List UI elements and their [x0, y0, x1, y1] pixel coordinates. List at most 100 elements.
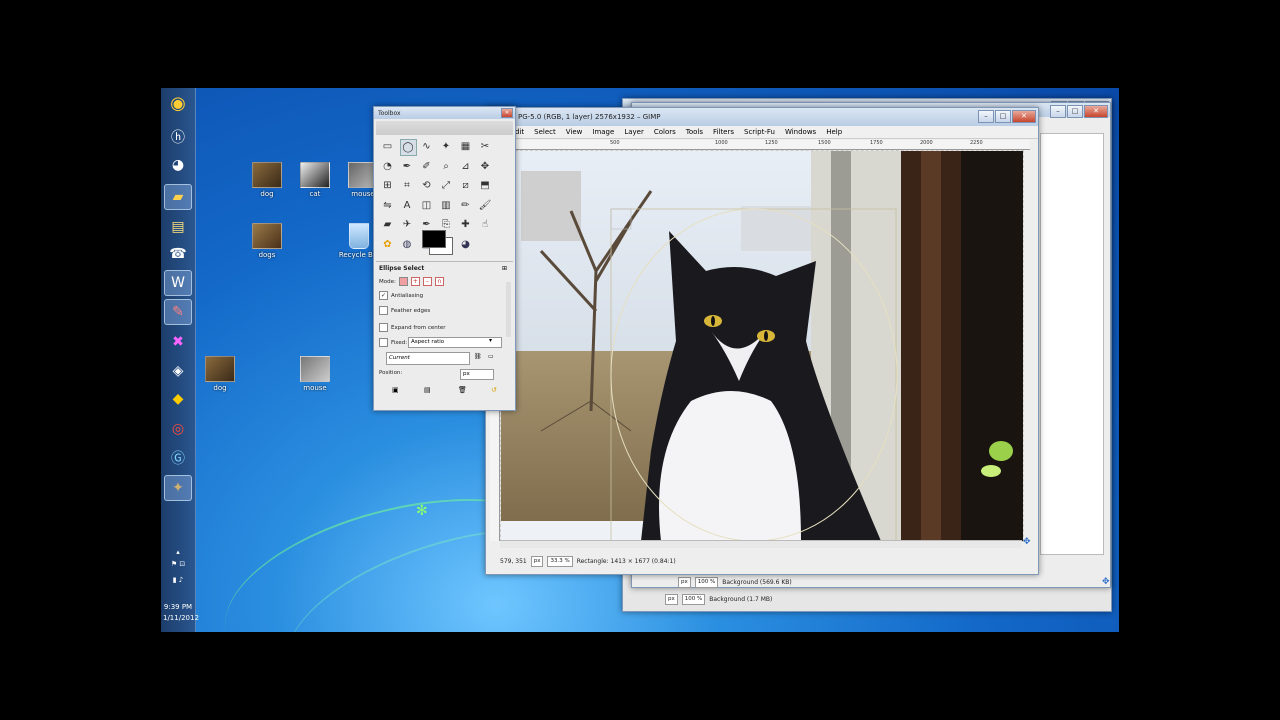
mode-add-icon[interactable]: +	[410, 277, 420, 286]
menu-image[interactable]: Image	[587, 128, 619, 136]
close-icon[interactable]: ✕	[501, 108, 513, 118]
back-window-1-canvas[interactable]	[1040, 133, 1104, 555]
zoom-select[interactable]: 100 %	[694, 577, 719, 588]
clock-time[interactable]: 9:39 PM	[163, 603, 193, 611]
word-icon[interactable]: W	[164, 270, 192, 296]
minimize-icon[interactable]: –	[978, 110, 994, 123]
scissors-icon[interactable]: ✂	[478, 139, 493, 154]
close-icon[interactable]: ✕	[1012, 110, 1036, 123]
current-input[interactable]: Current	[386, 352, 470, 365]
fixed-row[interactable]: Fixed:	[379, 338, 407, 347]
gimp-image-window[interactable]: PG-5.0 (RGB, 1 layer) 2576x1932 – GIMP –…	[485, 107, 1039, 575]
menu-tools[interactable]: Tools	[681, 128, 708, 136]
feather-row[interactable]: Feather edges	[379, 306, 430, 315]
tool-options-menu-icon[interactable]: ⊞	[502, 265, 507, 272]
close-icon[interactable]: ✕	[1084, 105, 1108, 118]
app-fx-icon[interactable]: ✖	[164, 329, 192, 355]
smudge-icon[interactable]: ☝	[478, 217, 493, 232]
box-icon[interactable]: ◈	[164, 358, 192, 384]
menu-colors[interactable]: Colors	[649, 128, 681, 136]
tray-icons[interactable]: ⚑ ⊡	[163, 560, 193, 568]
maximize-icon[interactable]: □	[995, 110, 1011, 123]
reset-options-icon[interactable]: ↺	[491, 386, 497, 394]
menu-script-fu[interactable]: Script-Fu	[739, 128, 780, 136]
menu-help[interactable]: Help	[821, 128, 847, 136]
horizontal-scrollbar[interactable]	[500, 540, 1022, 548]
foreground-select-icon[interactable]: ◔	[380, 159, 395, 174]
zoom-select[interactable]: 33.3 %	[547, 556, 573, 567]
messenger-icon[interactable]: ☎	[164, 241, 192, 267]
expand-row[interactable]: Expand from center	[379, 323, 446, 332]
free-select-icon[interactable]: ∿	[419, 139, 434, 154]
fixed-checkbox[interactable]	[379, 338, 388, 347]
foreground-color-swatch[interactable]	[422, 230, 446, 248]
menu-select[interactable]: Select	[529, 128, 561, 136]
desktop-icon-dog-2[interactable]: dog	[198, 356, 242, 392]
explorer-icon[interactable]: ▤	[164, 214, 192, 240]
ellipse-select-icon[interactable]: ◯	[399, 139, 417, 156]
unit-select[interactable]: px	[678, 577, 691, 588]
tray-arrow-icon[interactable]: ▴	[163, 548, 193, 556]
navigate-icon[interactable]: ✥	[1102, 577, 1110, 587]
airbrush-icon[interactable]: ✈	[400, 217, 415, 232]
antialiasing-checkbox[interactable]: ✓	[379, 291, 388, 300]
norton-icon[interactable]: ◆	[164, 386, 192, 412]
chrome-icon[interactable]: ◎	[164, 416, 192, 442]
menu-filters[interactable]: Filters	[708, 128, 739, 136]
unit-select[interactable]: px	[665, 594, 678, 605]
align-icon[interactable]: ⊞	[380, 178, 395, 193]
color-picker-icon[interactable]: ✐	[419, 159, 434, 174]
image-canvas[interactable]	[500, 150, 1024, 542]
text-icon[interactable]: A	[400, 198, 415, 213]
measure-icon[interactable]: ⊿	[458, 159, 473, 174]
menu-windows[interactable]: Windows	[780, 128, 821, 136]
crop-icon[interactable]: ⌗	[400, 178, 415, 193]
dodge-icon[interactable]: ✿	[380, 237, 395, 252]
media-icon[interactable]: ◕	[164, 152, 192, 178]
save-options-icon[interactable]: ▣	[392, 386, 399, 394]
navigate-icon[interactable]: ✥	[1023, 537, 1031, 547]
blend-icon[interactable]: ▥	[439, 198, 454, 213]
mode-intersect-icon[interactable]: ∩	[434, 277, 444, 286]
position-unit-select[interactable]: px	[460, 369, 494, 380]
skype-icon[interactable]: Ⓖ	[164, 445, 192, 471]
flip-icon[interactable]: ⇋	[380, 198, 395, 213]
paths-icon[interactable]: ✒	[400, 159, 415, 174]
paintbrush-icon[interactable]: 🖌	[478, 198, 493, 213]
hp-icon[interactable]: ⓗ	[164, 124, 192, 150]
bucket-fill-icon[interactable]: ◫	[419, 198, 434, 213]
desktop-icon-dog[interactable]: dog	[245, 162, 289, 198]
shear-icon[interactable]: ⧄	[458, 178, 473, 193]
options-scrollbar[interactable]	[506, 282, 511, 337]
feather-checkbox[interactable]	[379, 306, 388, 315]
start-button-icon[interactable]: ◉	[164, 90, 192, 116]
mode-replace-icon[interactable]	[398, 277, 408, 286]
toolbox-titlebar[interactable]: Toolbox ✕	[374, 107, 515, 119]
convolve-icon[interactable]: ◍	[400, 237, 415, 252]
maximize-icon[interactable]: □	[1067, 105, 1083, 118]
pencil-icon[interactable]: ✏	[458, 198, 473, 213]
chevron-down-icon[interactable]: ▾	[489, 337, 492, 344]
smudge-finger-icon[interactable]: ◕	[458, 237, 473, 252]
rect-select-icon[interactable]: ▭	[380, 139, 395, 154]
move-icon[interactable]: ✥	[478, 159, 493, 174]
unit-select[interactable]: px	[530, 556, 544, 567]
orientation-icon[interactable]: ▭	[488, 353, 494, 360]
minimize-icon[interactable]: –	[1050, 105, 1066, 118]
horizontal-ruler[interactable]: 500 1000 1250 1500 1750 2000 2250	[500, 140, 1030, 150]
restore-options-icon[interactable]: ▤	[424, 386, 431, 394]
scale-icon[interactable]: ⤢	[439, 178, 454, 193]
zoom-select[interactable]: 100 %	[681, 594, 706, 605]
eraser-icon[interactable]: ▰	[380, 217, 395, 232]
gimp-toolbox[interactable]: Toolbox ✕ ▭ ◯ ∿ ✦ ▦ ✂ ◔ ✒ ✐ ⌕ ⊿ ✥ ⊞ ⌗ ⟲ ⤢ ⧄ ⬒ ⇋ A ◫ ▥ ✏ 🖌 ▰ ✈ ✒ ⎘ ✚ ☝…	[373, 106, 516, 411]
folder-icon[interactable]: ▰	[164, 184, 192, 210]
fuzzy-select-icon[interactable]: ✦	[439, 139, 454, 154]
chain-icon[interactable]: ⛓	[474, 353, 482, 360]
color-select-icon[interactable]: ▦	[458, 139, 473, 154]
gimp-taskbar-icon[interactable]: ✦	[164, 475, 192, 501]
network-icon[interactable]: ▮ ♪	[163, 576, 193, 584]
image-window-titlebar[interactable]: PG-5.0 (RGB, 1 layer) 2576x1932 – GIMP –…	[486, 108, 1038, 126]
desktop-icon-mouse-2[interactable]: mouse	[293, 356, 337, 392]
delete-options-icon[interactable]: 🗑	[458, 386, 467, 394]
menu-view[interactable]: View	[561, 128, 588, 136]
